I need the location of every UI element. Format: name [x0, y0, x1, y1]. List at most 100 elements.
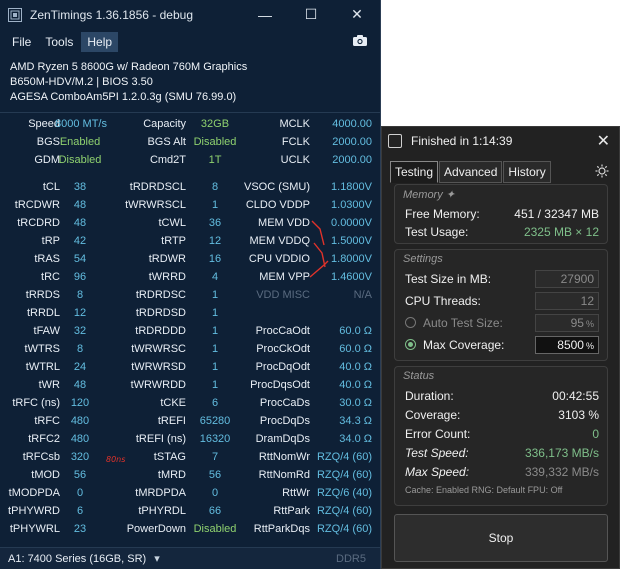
timing-value-1: 24	[73, 361, 87, 373]
sparkle-icon: ✦	[445, 189, 456, 201]
settings-panel-title: Settings	[403, 253, 443, 265]
auto-test-size-field[interactable]: 95%	[535, 314, 599, 332]
timing-value-2: 1	[211, 379, 219, 391]
coverage-label: Coverage:	[405, 408, 461, 422]
auto-test-size-radio[interactable]	[405, 317, 416, 328]
cpu-threads-field[interactable]: 12	[535, 292, 599, 310]
board-bios: B650M-HDV/M.2 | BIOS 3.50	[10, 76, 153, 88]
timing-label-2: tPHYRDL	[138, 505, 186, 517]
timing-label-2: tWRWRDD	[130, 379, 186, 391]
timing-value-3: 60.0 Ω	[339, 325, 372, 337]
timing-value-3: 1.1800V	[331, 181, 372, 193]
free-memory-label: Free Memory:	[405, 207, 480, 221]
timing-value-2: 1	[211, 361, 219, 373]
free-memory-row: Free Memory: 451 / 32347 MB	[405, 205, 599, 223]
chevron-down-icon[interactable]: ▾	[154, 552, 160, 565]
test-speed-value: 336,173 MB/s	[524, 446, 599, 460]
timing-value-3: 34.3 Ω	[339, 415, 372, 427]
timing-value-2: 66	[208, 505, 222, 517]
top-value-2: Disabled	[193, 136, 237, 148]
sun-gear-icon[interactable]	[595, 164, 609, 181]
top-value-2: 1T	[208, 154, 222, 166]
module-select[interactable]: A1: 7400 Series (16GB, SR)	[0, 553, 146, 565]
timing-row: tRFCsb 320 tSTAG 7 RttNomWr RZQ/4 (60)	[0, 448, 380, 466]
top-value-1: 8000 MT/s	[55, 118, 107, 130]
timing-value-1: 38	[73, 181, 87, 193]
timing-value-3: RZQ/6 (40)	[316, 487, 372, 499]
error-count-label: Error Count:	[405, 427, 471, 441]
timing-row: tCL 38 tRDRDSCL 8 VSOC (SMU) 1.1800V	[0, 178, 380, 196]
timing-label-3: RttNomRd	[258, 469, 310, 481]
menu-help[interactable]: Help	[81, 31, 119, 52]
timing-label-1: tRCDRD	[17, 217, 60, 229]
timing-label-3: RttNomWr	[258, 451, 310, 463]
timing-value-1: 8	[76, 343, 84, 355]
timing-row: tMOD 56 tMRD 56 RttNomRd RZQ/4 (60)	[0, 466, 380, 484]
cpu-name: AMD Ryzen 5 8600G w/ Radeon 760M Graphic…	[10, 61, 248, 73]
menu-tools[interactable]: Tools	[39, 32, 79, 52]
timing-value-3: 1.4600V	[331, 271, 372, 283]
max-coverage-label: Max Coverage:	[423, 338, 505, 352]
test-size-field[interactable]: 27900	[535, 270, 599, 288]
auto-test-size-row: Auto Test Size: 95%	[405, 314, 599, 332]
timing-label-2: tWRWRSD	[131, 361, 186, 373]
timing-label-2: tRDRDSD	[135, 307, 186, 319]
timing-label-3: ProcCaDs	[259, 397, 310, 409]
top-value-1: Disabled	[58, 154, 102, 166]
menu-file[interactable]: File	[6, 32, 37, 52]
timing-label-1: tMODPDA	[8, 487, 60, 499]
stop-button[interactable]: Stop	[394, 514, 608, 562]
timing-label-2: tRDRDSC	[135, 289, 186, 301]
test-usage-value: 2325 MB × 12	[523, 225, 599, 239]
cpu-threads-row: CPU Threads: 12	[405, 292, 599, 310]
timing-value-1: 32	[73, 325, 87, 337]
error-count-row: Error Count: 0	[405, 425, 599, 443]
menubar: File Tools Help	[0, 29, 380, 54]
timing-value-1: 6	[76, 505, 84, 517]
top-value-2: 32GB	[200, 118, 230, 130]
timing-value-1: 8	[76, 289, 84, 301]
testmem-title: Finished in 1:14:39	[411, 134, 513, 148]
camera-icon[interactable]	[352, 34, 368, 50]
module-footer: A1: 7400 Series (16GB, SR) ▾ DDR5	[0, 547, 380, 569]
timing-label-3: RttParkDqs	[253, 523, 310, 535]
top-row: BGS Enabled BGS Alt Disabled FCLK 2000.00	[0, 133, 380, 151]
timing-label-2: tCWL	[158, 217, 187, 229]
timing-value-2: Disabled	[193, 523, 237, 535]
test-usage-label: Test Usage:	[405, 225, 469, 239]
test-size-row: Test Size in MB: 27900	[405, 270, 599, 288]
top-label-3: MCLK	[279, 118, 310, 130]
tab-history[interactable]: History	[503, 161, 551, 183]
top-value-3: 4000.00	[332, 118, 372, 130]
timing-value-2: 4	[211, 271, 219, 283]
max-coverage-radio[interactable]	[405, 339, 416, 350]
app-icon	[388, 134, 402, 148]
timing-label-3: DramDqDs	[255, 433, 310, 445]
timing-row: tRC 96 tWRRD 4 MEM VPP 1.4600V	[0, 268, 380, 286]
duration-value: 00:42:55	[552, 389, 599, 403]
max-coverage-field[interactable]: 8500%	[535, 336, 599, 354]
top-value-1: Enabled	[59, 136, 101, 148]
timing-value-1: 23	[73, 523, 87, 535]
timing-label-2: tRDRDSCL	[129, 181, 186, 193]
max-coverage-row: Max Coverage: 8500%	[405, 336, 599, 354]
timing-label-2: tRTP	[161, 235, 186, 247]
tab-advanced[interactable]: Advanced	[439, 161, 503, 183]
timing-label-1: tPHYWRL	[9, 523, 60, 535]
top-label-2: BGS Alt	[147, 136, 186, 148]
maximize-button[interactable]: ☐	[288, 0, 334, 29]
ddr-type: DDR5	[336, 552, 366, 565]
minimize-button[interactable]: —	[242, 0, 288, 29]
timing-row: tPHYWRD 6 tPHYRDL 66 RttPark RZQ/4 (60)	[0, 502, 380, 520]
close-button[interactable]: ✕	[334, 0, 380, 29]
timing-label-3: CLDO VDDP	[245, 199, 310, 211]
timing-value-1: 120	[70, 397, 90, 409]
close-icon[interactable]: ✕	[597, 131, 610, 151]
tab-testing[interactable]: Testing	[390, 161, 439, 183]
memory-panel-title: Memory ✦	[403, 189, 456, 201]
timing-row: tRFC (ns) 120 tCKE 6 ProcCaDs 30.0 Ω	[0, 394, 380, 412]
timing-row: tRFC 480 tREFI 65280 ProcDqDs 34.3 Ω	[0, 412, 380, 430]
timing-row: tFAW 32 tRDRDDD 1 ProcCaOdt 60.0 Ω	[0, 322, 380, 340]
timing-value-1: 480	[70, 433, 90, 445]
timing-value-1: 0	[76, 487, 84, 499]
